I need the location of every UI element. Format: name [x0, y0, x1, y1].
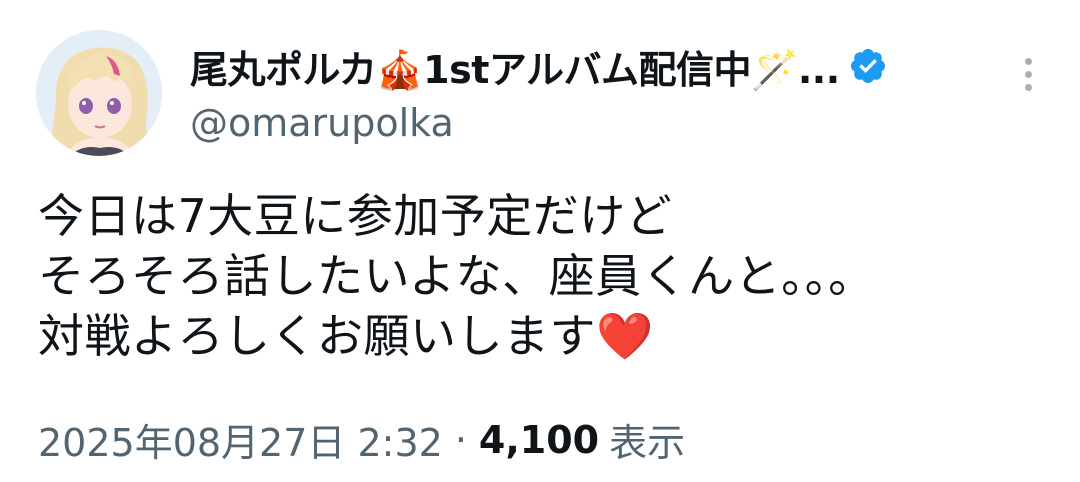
- views-label: 表示: [609, 421, 686, 465]
- more-options-icon[interactable]: [1022, 58, 1034, 98]
- user-handle[interactable]: @omarupolka: [190, 100, 990, 146]
- more-dot: [1024, 71, 1032, 78]
- views-count: 4,100: [478, 417, 600, 462]
- more-dot: [1024, 84, 1032, 91]
- tweet-header: 尾丸ポルカ🎪1stアルバム配信中🪄... @omarupolka: [190, 34, 990, 146]
- avatar-image: [36, 30, 162, 156]
- tweet-line: 今日は7大豆に参加予定だけど: [38, 189, 673, 243]
- meta-separator: ·: [454, 417, 467, 462]
- tweet-card[interactable]: 尾丸ポルカ🎪1stアルバム配信中🪄... @omarupolka 今日は7大豆に…: [0, 0, 1080, 482]
- verified-badge-icon[interactable]: [848, 46, 888, 86]
- timestamp[interactable]: 2025年08月27日 2:32: [38, 412, 443, 467]
- tweet-line: そろそろ話したいよな、座員くんと。。。: [38, 249, 875, 303]
- more-dot: [1024, 58, 1032, 65]
- avatar[interactable]: [36, 30, 162, 156]
- tweet-text: 今日は7大豆に参加予定だけど そろそろ話したいよな、座員くんと。。。 対戦よろし…: [38, 186, 1058, 366]
- name-row: 尾丸ポルカ🎪1stアルバム配信中🪄...: [190, 34, 990, 98]
- tweet-meta: 2025年08月27日 2:32 · 4,100 表示: [38, 412, 685, 467]
- display-name[interactable]: 尾丸ポルカ🎪1stアルバム配信中🪄...: [190, 39, 840, 94]
- tweet-line: 対戦よろしくお願いします❤️: [38, 309, 654, 363]
